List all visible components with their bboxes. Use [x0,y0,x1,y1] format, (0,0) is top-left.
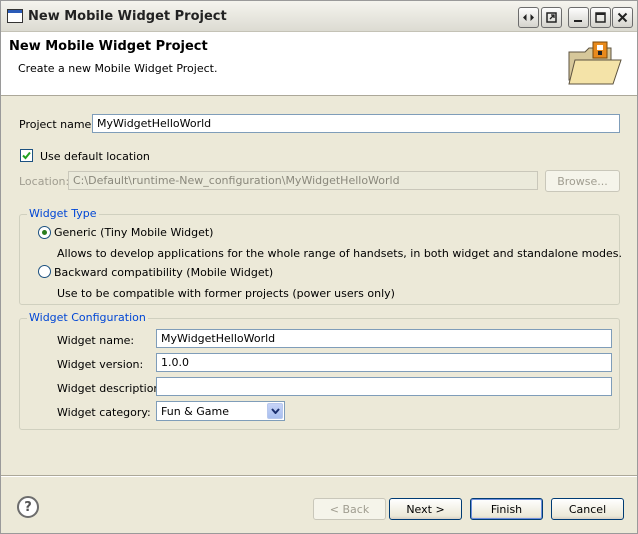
minimize-icon [574,20,582,22]
wizard-header: New Mobile Widget Project Create a new M… [1,32,637,96]
location-input[interactable]: C:\Default\runtime-New_configuration\MyW… [68,171,538,190]
widget-type-legend: Widget Type [27,207,99,220]
maximize-icon [595,12,606,23]
widget-version-label: Widget version: [57,358,144,371]
back-button[interactable]: < Back [313,498,386,520]
use-default-location-checkbox[interactable] [20,149,33,162]
use-default-location-label[interactable]: Use default location [40,150,150,163]
restore-icon [546,12,557,23]
swap-icon-button[interactable] [518,7,539,28]
widget-type-backward-label[interactable]: Backward compatibility (Mobile Widget) [54,266,273,279]
wizard-title: New Mobile Widget Project [9,39,208,54]
checkmark-icon [22,151,31,160]
widget-configuration-legend: Widget Configuration [27,311,148,324]
widget-type-generic-description: Allows to develop applications for the w… [57,247,623,260]
help-icon[interactable]: ? [17,496,39,518]
chevron-down-icon[interactable] [267,403,283,419]
wizard-description: Create a new Mobile Widget Project. [18,62,218,75]
widget-type-generic-label[interactable]: Generic (Tiny Mobile Widget) [54,226,213,239]
close-icon [617,12,628,23]
project-name-input[interactable]: MyWidgetHelloWorld [92,114,620,133]
widget-description-input[interactable] [156,377,612,396]
widget-version-input[interactable]: 1.0.0 [156,353,612,372]
window-icon [7,9,23,23]
widget-name-input[interactable]: MyWidgetHelloWorld [156,329,612,348]
next-button[interactable]: Next > [389,498,462,520]
widget-type-backward-radio[interactable] [38,265,51,278]
restore-down-button[interactable] [541,7,562,28]
folder-icon [568,41,622,85]
title-bar[interactable]: New Mobile Widget Project [1,1,637,32]
widget-type-generic-radio[interactable] [38,226,51,239]
swap-icon [523,14,534,21]
footer-separator [1,475,637,477]
widget-category-value: Fun & Game [161,405,229,418]
widget-category-label: Widget category: [57,406,151,419]
widget-category-select[interactable]: Fun & Game [156,401,285,421]
cancel-button[interactable]: Cancel [551,498,624,520]
project-name-label: Project name: [19,118,96,131]
minimize-button[interactable] [568,7,589,28]
maximize-button[interactable] [590,7,611,28]
close-button[interactable] [612,7,633,28]
widget-name-label: Widget name: [57,334,135,347]
window-title: New Mobile Widget Project [28,9,227,24]
dialog-window: New Mobile Widget Project New Mobile Wid… [0,0,638,534]
location-label: Location: [19,175,70,188]
finish-button[interactable]: Finish [470,498,543,520]
widget-type-backward-description: Use to be compatible with former project… [57,287,395,300]
widget-description-label: Widget description: [57,382,165,395]
browse-button[interactable]: Browse... [545,170,620,192]
